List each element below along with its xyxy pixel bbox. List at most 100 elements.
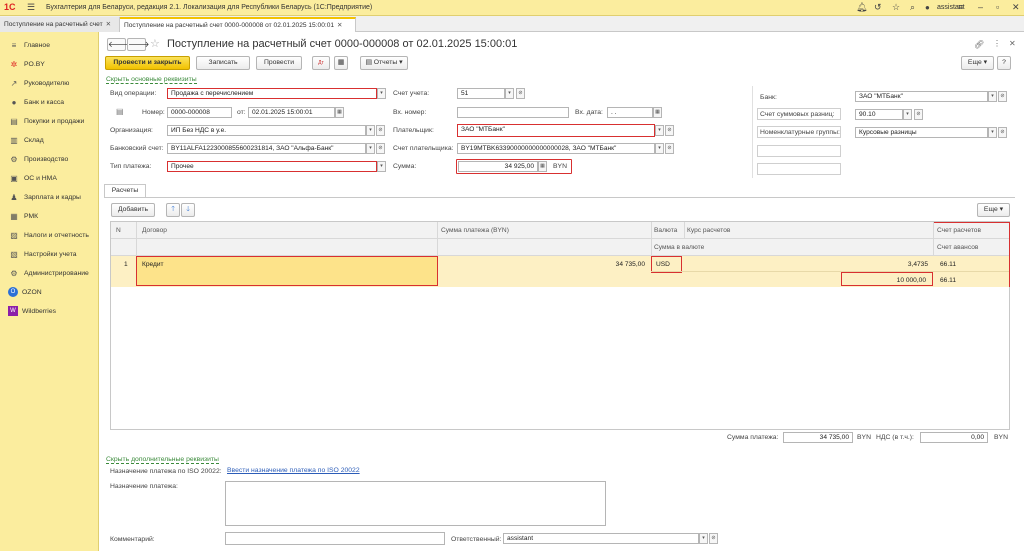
sidebar-item-ozon[interactable]: O OZON	[0, 283, 99, 301]
journal-entries-button[interactable]: Дт	[312, 56, 330, 70]
account-dropdown[interactable]: ▾	[505, 88, 514, 99]
add-row-button[interactable]: Добавить	[111, 203, 155, 217]
payment-type-dropdown[interactable]: ▾	[377, 161, 386, 172]
sum-diff-field[interactable]: 90.10	[855, 109, 903, 120]
number-settings-icon[interactable]: ▤	[116, 107, 124, 116]
sidebar-item-pos[interactable]: ▦ РМК	[0, 207, 99, 225]
account-adv-value[interactable]: 66.11	[937, 274, 959, 287]
purpose-label: Назначение платежа:	[110, 483, 178, 490]
forward-button[interactable]: 🡒	[127, 38, 149, 51]
close-icon[interactable]: ✕	[1009, 39, 1016, 48]
close-window-icon[interactable]: ✕	[1012, 2, 1020, 13]
sidebar-item-purchases-sales[interactable]: ▤ Покупки и продажи	[0, 112, 99, 130]
save-button[interactable]: Записать	[196, 56, 250, 70]
operation-type-field[interactable]: Продажа с перечислением	[167, 88, 377, 99]
settings-menu-icon[interactable]: ≡	[958, 2, 963, 13]
close-icon[interactable]: ✕	[106, 21, 112, 28]
contract-cell[interactable]	[136, 256, 438, 286]
account-settle-value[interactable]: 66.11	[937, 258, 959, 271]
comment-field[interactable]	[225, 532, 445, 545]
sidebar-item-main[interactable]: ≡ Главное	[0, 36, 99, 54]
calculator-icon[interactable]: ▦	[538, 161, 547, 172]
history-icon[interactable]: ↺	[874, 2, 882, 13]
tab-settlements[interactable]: Расчеты	[104, 184, 146, 197]
bank-dropdown[interactable]: ▾	[988, 91, 997, 102]
open-link-icon[interactable]: ⊘	[998, 91, 1007, 102]
payment-sum-value[interactable]: 34 735,00	[591, 258, 648, 271]
in-number-field[interactable]	[457, 107, 569, 118]
search-icon[interactable]: ⌕	[910, 2, 915, 13]
sidebar-item-bank[interactable]: ● Банк и касса	[0, 93, 99, 111]
open-link-icon[interactable]: ⊘	[998, 127, 1007, 138]
date-field[interactable]: 02.01.2025 15:00:01	[248, 107, 335, 118]
post-button[interactable]: Провести	[256, 56, 302, 70]
move-down-button[interactable]: 🡓	[181, 203, 195, 217]
main-menu-icon[interactable]: ☰	[27, 2, 35, 13]
arrow-up-icon: 🡑	[171, 206, 175, 213]
open-link-icon[interactable]: ⊘	[665, 125, 674, 136]
sidebar-item-fixed-assets[interactable]: ▣ ОС и НМА	[0, 169, 99, 187]
reports-button[interactable]: ▤ Отчеты ▾	[360, 56, 408, 70]
iso-link[interactable]: Ввести назначение платежа по ISO 20022	[227, 467, 360, 474]
bank-field[interactable]: ЗАО "МТБанк"	[855, 91, 988, 102]
link-icon[interactable]: 🔗︎	[974, 40, 984, 49]
back-button[interactable]: 🡐	[107, 38, 129, 51]
organization-dropdown[interactable]: ▾	[366, 125, 375, 136]
nomen-field[interactable]: Курсовые разницы	[855, 127, 988, 138]
open-link-icon[interactable]: ⊘	[914, 109, 923, 120]
sum-diff-dropdown[interactable]: ▾	[903, 109, 912, 120]
move-up-button[interactable]: 🡑	[166, 203, 180, 217]
print-button[interactable]: ▦	[334, 56, 348, 70]
responsible-dropdown[interactable]: ▾	[699, 533, 708, 544]
nomen-dropdown[interactable]: ▾	[988, 127, 997, 138]
open-link-icon[interactable]: ⊘	[516, 88, 525, 99]
sidebar-item-wildberries[interactable]: W Wildberries	[0, 302, 99, 320]
tab-bank-receipts-list[interactable]: Поступление на расчетный счет ✕	[0, 17, 120, 32]
sidebar-item-payroll[interactable]: ♟ Зарплата и кадры	[0, 188, 99, 206]
more-button[interactable]: Еще ▾	[961, 56, 994, 70]
hide-main-details-link[interactable]: Скрыть основные реквизиты	[106, 76, 197, 84]
calendar-icon[interactable]: ▦	[653, 107, 662, 118]
account-field[interactable]: 51	[457, 88, 505, 99]
sidebar-item-poby[interactable]: ✲ PO.BY	[0, 55, 99, 73]
more-vertical-icon[interactable]: ⋮	[993, 39, 1001, 48]
favorite-star-icon[interactable]: ☆	[150, 37, 160, 50]
responsible-field[interactable]: assistant	[503, 533, 699, 544]
operation-type-dropdown[interactable]: ▾	[377, 88, 386, 99]
close-icon[interactable]: ✕	[337, 22, 343, 29]
sum-field[interactable]: 34 925,00	[458, 161, 538, 172]
sidebar-item-accounting-settings[interactable]: ▧ Настройки учета	[0, 245, 99, 263]
payer-dropdown[interactable]: ▾	[655, 125, 664, 136]
restore-icon[interactable]: ▫	[996, 2, 999, 13]
number-field[interactable]: 0000-000008	[167, 107, 232, 118]
purpose-textarea[interactable]	[225, 481, 606, 526]
bell-icon[interactable]: 🔔︎	[856, 2, 867, 13]
payer-account-field[interactable]: BY19MTBK63390000000000000028, ЗАО "МТБан…	[457, 143, 655, 154]
open-link-icon[interactable]: ⊘	[709, 533, 718, 544]
rate-value[interactable]: 3,4735	[871, 258, 931, 271]
star-icon[interactable]: ☆	[892, 2, 900, 13]
open-link-icon[interactable]: ⊘	[376, 125, 385, 136]
payer-field[interactable]: ЗАО "МТБанк"	[457, 124, 655, 137]
minimize-icon[interactable]: –	[978, 2, 983, 13]
sidebar-item-taxes[interactable]: ▨ Налоги и отчетность	[0, 226, 99, 244]
grid-more-button[interactable]: Еще ▾	[977, 203, 1010, 217]
bank-account-dropdown[interactable]: ▾	[366, 143, 375, 154]
sidebar-item-manager[interactable]: ↗ Руководителю	[0, 74, 99, 92]
organization-field[interactable]: ИП Без НДС в у.е.	[167, 125, 366, 136]
tab-bank-receipt-document[interactable]: Поступление на расчетный счет 0000-00000…	[120, 17, 356, 32]
sidebar-item-admin[interactable]: ⚙ Администрирование	[0, 264, 99, 282]
bank-account-field[interactable]: BY11ALFA12230008556002318​14, ЗАО "Альфа…	[167, 143, 366, 154]
in-date-field[interactable]: . .	[607, 107, 653, 118]
open-link-icon[interactable]: ⊘	[665, 143, 674, 154]
gear-icon: ⚙	[10, 268, 18, 278]
sidebar-item-warehouse[interactable]: ▥ Склад	[0, 131, 99, 149]
payer-account-dropdown[interactable]: ▾	[655, 143, 664, 154]
help-button[interactable]: ?	[997, 56, 1011, 70]
open-link-icon[interactable]: ⊘	[376, 143, 385, 154]
sidebar-item-production[interactable]: ⚙ Производство	[0, 150, 99, 168]
hide-extra-details-link[interactable]: Скрыть дополнительные реквизиты	[106, 456, 219, 464]
calendar-icon[interactable]: ▦	[335, 107, 344, 118]
payment-type-field[interactable]: Прочее	[167, 161, 377, 172]
post-and-close-button[interactable]: Провести и закрыть	[105, 56, 190, 70]
